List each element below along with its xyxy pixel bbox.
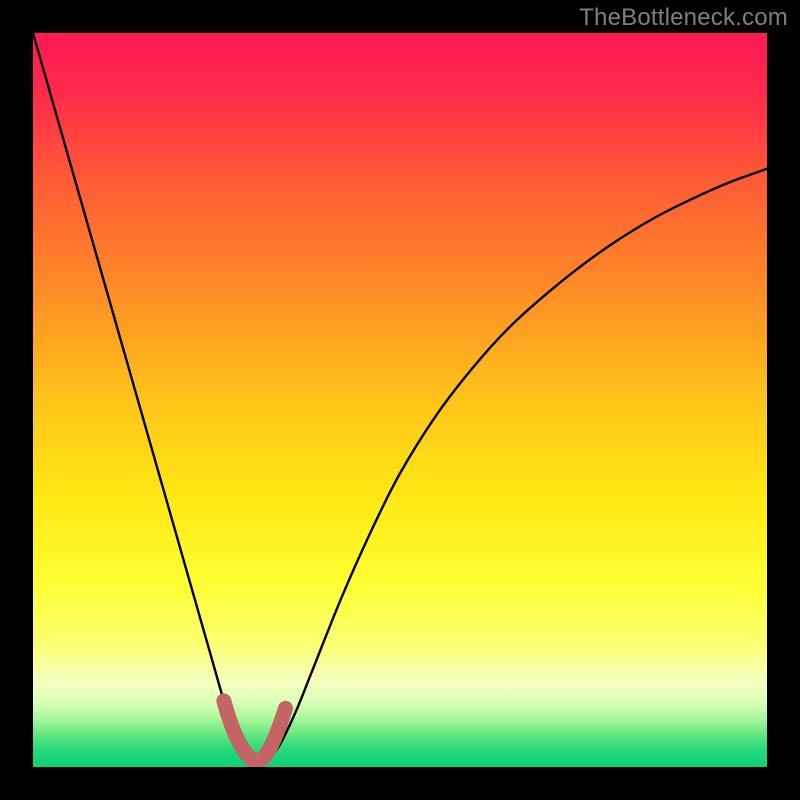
- outer-frame: TheBottleneck.com: [0, 0, 800, 800]
- gradient-background: [33, 33, 767, 767]
- plot-area: [33, 33, 767, 767]
- chart-svg: [33, 33, 767, 767]
- watermark-text: TheBottleneck.com: [579, 4, 788, 32]
